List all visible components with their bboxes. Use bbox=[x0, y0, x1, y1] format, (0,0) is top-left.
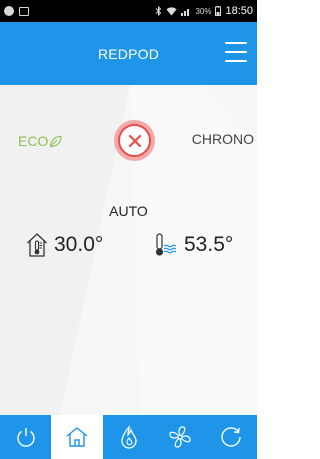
water-temperature-value: 53.5° bbox=[184, 233, 234, 256]
mode-selector: ECO CHRONO bbox=[0, 119, 257, 163]
main-panel: ECO CHRONO AUTO 30.0° 53.5° bbox=[0, 85, 257, 415]
nav-home[interactable] bbox=[51, 415, 103, 459]
image-notification-icon bbox=[19, 6, 29, 16]
water-thermometer-icon bbox=[155, 233, 177, 256]
wifi-icon bbox=[166, 6, 177, 15]
nav-power[interactable] bbox=[0, 415, 51, 459]
battery-percent: 30% bbox=[195, 6, 212, 16]
battery-icon bbox=[215, 6, 222, 16]
chrono-button[interactable]: CHRONO bbox=[192, 131, 254, 147]
off-button[interactable] bbox=[114, 120, 155, 161]
bluetooth-icon bbox=[156, 6, 162, 16]
room-temperature: 30.0° bbox=[26, 226, 103, 264]
status-bar: 30% 18:50 bbox=[0, 0, 257, 22]
nav-history[interactable] bbox=[206, 415, 257, 459]
signal-icon bbox=[181, 8, 190, 16]
power-icon bbox=[17, 428, 35, 447]
history-icon bbox=[221, 427, 242, 447]
app-notification-icon bbox=[4, 6, 14, 16]
nav-flame[interactable] bbox=[103, 415, 154, 459]
bottom-nav bbox=[0, 415, 257, 459]
current-mode-label: AUTO bbox=[109, 203, 148, 219]
room-temperature-value: 30.0° bbox=[54, 233, 104, 256]
app-header: REDPOD bbox=[0, 22, 257, 85]
flame-icon bbox=[120, 425, 137, 449]
hamburger-menu-icon[interactable] bbox=[225, 42, 247, 62]
temperature-readouts: 30.0° 53.5° bbox=[0, 226, 257, 264]
app-title: REDPOD bbox=[97, 45, 160, 62]
fan-icon bbox=[169, 426, 191, 448]
leaf-icon bbox=[50, 135, 62, 147]
eco-label: ECO bbox=[18, 133, 49, 149]
eco-button[interactable]: ECO bbox=[18, 131, 62, 151]
nav-fan[interactable] bbox=[154, 415, 205, 459]
water-temperature: 53.5° bbox=[154, 226, 233, 264]
house-thermometer-icon bbox=[27, 233, 47, 257]
home-icon bbox=[66, 427, 88, 447]
clock: 18:50 bbox=[225, 5, 253, 17]
close-icon bbox=[128, 134, 141, 147]
